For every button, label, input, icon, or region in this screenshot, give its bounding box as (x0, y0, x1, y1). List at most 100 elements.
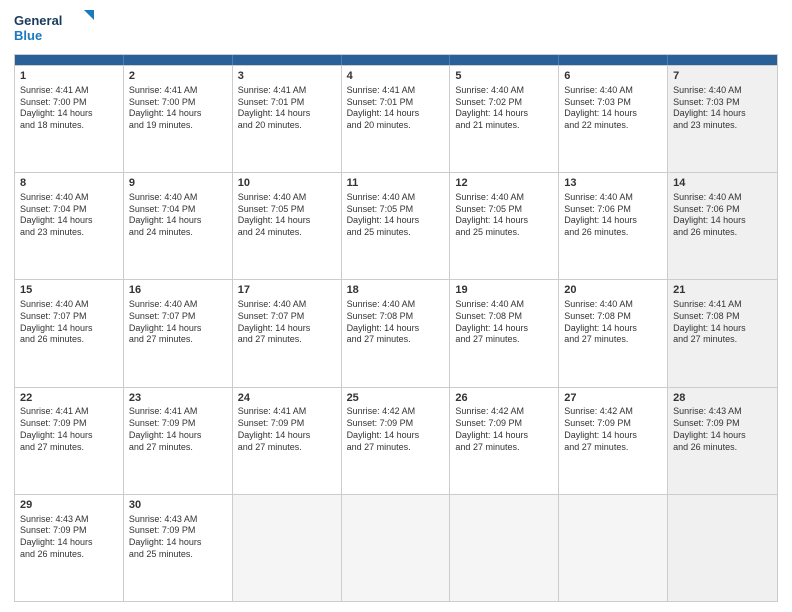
cal-cell-30-4-1: 30Sunrise: 4:43 AM Sunset: 7:09 PM Dayli… (124, 495, 233, 601)
day-number: 22 (20, 391, 118, 406)
cal-cell-21-2-6: 21Sunrise: 4:41 AM Sunset: 7:08 PM Dayli… (668, 280, 777, 386)
cell-details: Sunrise: 4:41 AM Sunset: 7:01 PM Dayligh… (347, 85, 445, 132)
day-number: 11 (347, 176, 445, 191)
cal-cell-3-0-2: 3Sunrise: 4:41 AM Sunset: 7:01 PM Daylig… (233, 66, 342, 172)
cell-details: Sunrise: 4:42 AM Sunset: 7:09 PM Dayligh… (564, 406, 662, 453)
cal-cell-12-1-4: 12Sunrise: 4:40 AM Sunset: 7:05 PM Dayli… (450, 173, 559, 279)
cal-cell-27-3-5: 27Sunrise: 4:42 AM Sunset: 7:09 PM Dayli… (559, 388, 668, 494)
general-blue-logo-icon: General Blue (14, 10, 94, 46)
day-number: 26 (455, 391, 553, 406)
cell-details: Sunrise: 4:42 AM Sunset: 7:09 PM Dayligh… (455, 406, 553, 453)
cal-cell-6-0-5: 6Sunrise: 4:40 AM Sunset: 7:03 PM Daylig… (559, 66, 668, 172)
cal-cell-10-1-2: 10Sunrise: 4:40 AM Sunset: 7:05 PM Dayli… (233, 173, 342, 279)
cell-details: Sunrise: 4:40 AM Sunset: 7:08 PM Dayligh… (455, 299, 553, 346)
cell-details: Sunrise: 4:40 AM Sunset: 7:06 PM Dayligh… (673, 192, 772, 239)
header: General Blue (14, 10, 778, 46)
day-number: 1 (20, 69, 118, 84)
calendar-body: 1 Sunrise: 4:41 AM Sunset: 7:00 PM Daylig… (15, 65, 777, 601)
day-number: 15 (20, 283, 118, 298)
cal-cell-empty-4-2 (233, 495, 342, 601)
cal-cell-9-1-1: 9Sunrise: 4:40 AM Sunset: 7:04 PM Daylig… (124, 173, 233, 279)
week-row-4: 22Sunrise: 4:41 AM Sunset: 7:09 PM Dayli… (15, 387, 777, 494)
cell-details: Sunrise: 4:43 AM Sunset: 7:09 PM Dayligh… (129, 514, 227, 561)
cell-details: Sunrise: 4:41 AM Sunset: 7:08 PM Dayligh… (673, 299, 772, 346)
day-number: 17 (238, 283, 336, 298)
cal-cell-empty-4-6 (668, 495, 777, 601)
cal-cell-7-0-6: 7Sunrise: 4:40 AM Sunset: 7:03 PM Daylig… (668, 66, 777, 172)
page: General Blue 1 Sunrise: 4:41 AM Sunset: 7… (0, 0, 792, 612)
cal-cell-16-2-1: 16Sunrise: 4:40 AM Sunset: 7:07 PM Dayli… (124, 280, 233, 386)
cal-cell-26-3-4: 26Sunrise: 4:42 AM Sunset: 7:09 PM Dayli… (450, 388, 559, 494)
day-number: 14 (673, 176, 772, 191)
week-row-2: 8Sunrise: 4:40 AM Sunset: 7:04 PM Daylig… (15, 172, 777, 279)
day-number: 24 (238, 391, 336, 406)
cell-details: Sunrise: 4:41 AM Sunset: 7:09 PM Dayligh… (20, 406, 118, 453)
header-tuesday (233, 55, 342, 65)
cal-cell-empty-4-5 (559, 495, 668, 601)
day-number: 8 (20, 176, 118, 191)
svg-text:General: General (14, 13, 62, 28)
calendar: 1 Sunrise: 4:41 AM Sunset: 7:00 PM Daylig… (14, 54, 778, 602)
cal-cell-11-1-3: 11Sunrise: 4:40 AM Sunset: 7:05 PM Dayli… (342, 173, 451, 279)
cal-cell-19-2-4: 19Sunrise: 4:40 AM Sunset: 7:08 PM Dayli… (450, 280, 559, 386)
header-saturday (668, 55, 777, 65)
cell-details: Sunrise: 4:41 AM Sunset: 7:01 PM Dayligh… (238, 85, 336, 132)
day-number: 16 (129, 283, 227, 298)
header-sunday (15, 55, 124, 65)
cell-details: Sunrise: 4:40 AM Sunset: 7:04 PM Dayligh… (129, 192, 227, 239)
cal-cell-5-0-4: 5Sunrise: 4:40 AM Sunset: 7:02 PM Daylig… (450, 66, 559, 172)
day-number: 7 (673, 69, 772, 84)
logo: General Blue (14, 10, 94, 46)
cell-details: Sunrise: 4:40 AM Sunset: 7:03 PM Dayligh… (673, 85, 772, 132)
day-number: 5 (455, 69, 553, 84)
week-row-3: 15 Sunrise: 4:40 AM Sunset: 7:07 PM Dayli… (15, 279, 777, 386)
cell-details: Sunrise: 4:40 AM Sunset: 7:05 PM Dayligh… (455, 192, 553, 239)
cal-cell-28-3-6: 28Sunrise: 4:43 AM Sunset: 7:09 PM Dayli… (668, 388, 777, 494)
cal-cell-13-1-5: 13Sunrise: 4:40 AM Sunset: 7:06 PM Dayli… (559, 173, 668, 279)
cell-details: Sunrise: 4:40 AM Sunset: 7:03 PM Dayligh… (564, 85, 662, 132)
cell-details: Sunrise: 4:43 AM Sunset: 7:09 PM Dayligh… (673, 406, 772, 453)
svg-text:Blue: Blue (14, 28, 42, 43)
cal-cell-empty-4-3 (342, 495, 451, 601)
day-number: 18 (347, 283, 445, 298)
cal-cell-empty-4-4 (450, 495, 559, 601)
cell-details: Sunrise: 4:43 AM Sunset: 7:09 PM Dayligh… (20, 514, 118, 561)
cal-cell-4-0-3: 4Sunrise: 4:41 AM Sunset: 7:01 PM Daylig… (342, 66, 451, 172)
day-number: 27 (564, 391, 662, 406)
cell-details: Sunrise: 4:40 AM Sunset: 7:04 PM Dayligh… (20, 192, 118, 239)
week-row-5: 29Sunrise: 4:43 AM Sunset: 7:09 PM Dayli… (15, 494, 777, 601)
day-number: 23 (129, 391, 227, 406)
day-number: 6 (564, 69, 662, 84)
cell-details: Sunrise: 4:40 AM Sunset: 7:08 PM Dayligh… (347, 299, 445, 346)
cal-cell-25-3-3: 25Sunrise: 4:42 AM Sunset: 7:09 PM Dayli… (342, 388, 451, 494)
cell-details: Sunrise: 4:40 AM Sunset: 7:07 PM Dayligh… (238, 299, 336, 346)
cal-cell-17-2-2: 17Sunrise: 4:40 AM Sunset: 7:07 PM Dayli… (233, 280, 342, 386)
day-number: 2 (129, 69, 227, 84)
cell-details: Sunrise: 4:40 AM Sunset: 7:07 PM Dayligh… (129, 299, 227, 346)
cell-details: Sunrise: 4:41 AM Sunset: 7:00 PM Dayligh… (129, 85, 227, 132)
cal-cell-1-0-0: 1Sunrise: 4:41 AM Sunset: 7:00 PM Daylig… (15, 66, 124, 172)
header-wednesday (342, 55, 451, 65)
day-number: 9 (129, 176, 227, 191)
cal-cell-15-2-0: 15Sunrise: 4:40 AM Sunset: 7:07 PM Dayli… (15, 280, 124, 386)
day-number: 20 (564, 283, 662, 298)
day-number: 29 (20, 498, 118, 513)
calendar-header (15, 55, 777, 65)
cell-details: Sunrise: 4:40 AM Sunset: 7:05 PM Dayligh… (238, 192, 336, 239)
cal-cell-18-2-3: 18Sunrise: 4:40 AM Sunset: 7:08 PM Dayli… (342, 280, 451, 386)
cal-cell-14-1-6: 14Sunrise: 4:40 AM Sunset: 7:06 PM Dayli… (668, 173, 777, 279)
day-number: 10 (238, 176, 336, 191)
header-thursday (450, 55, 559, 65)
cell-details: Sunrise: 4:41 AM Sunset: 7:09 PM Dayligh… (129, 406, 227, 453)
day-number: 12 (455, 176, 553, 191)
day-number: 25 (347, 391, 445, 406)
cal-cell-20-2-5: 20Sunrise: 4:40 AM Sunset: 7:08 PM Dayli… (559, 280, 668, 386)
header-monday (124, 55, 233, 65)
cal-cell-24-3-2: 24Sunrise: 4:41 AM Sunset: 7:09 PM Dayli… (233, 388, 342, 494)
day-number: 21 (673, 283, 772, 298)
day-number: 28 (673, 391, 772, 406)
cell-details: Sunrise: 4:42 AM Sunset: 7:09 PM Dayligh… (347, 406, 445, 453)
cell-details: Sunrise: 4:40 AM Sunset: 7:08 PM Dayligh… (564, 299, 662, 346)
cell-details: Sunrise: 4:40 AM Sunset: 7:02 PM Dayligh… (455, 85, 553, 132)
week-row-1: 1 Sunrise: 4:41 AM Sunset: 7:00 PM Daylig… (15, 65, 777, 172)
